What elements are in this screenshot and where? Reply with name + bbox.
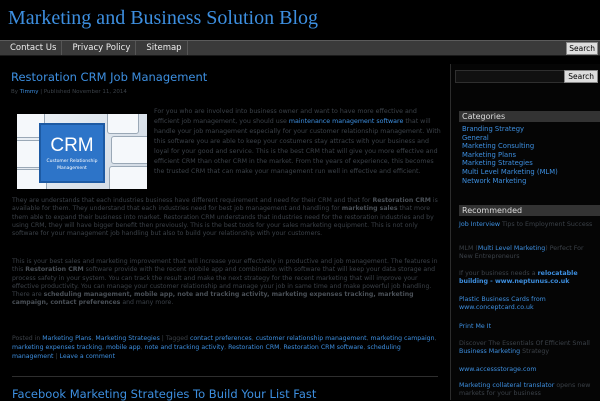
- top-nav: Contact Us Privacy Policy Sitemap Search: [0, 40, 600, 56]
- post-paragraph-3: This is your best sales and marketing im…: [12, 258, 438, 307]
- sidebar-search-input[interactable]: [455, 70, 567, 83]
- tag-link[interactable]: note and tracking activity: [145, 344, 225, 351]
- recommended-link[interactable]: Print Me It: [459, 323, 491, 330]
- post-meta: By Timmy | Published November 11, 2014: [11, 89, 439, 95]
- recommended-item: Print Me It: [459, 323, 599, 331]
- meta-by: By: [11, 89, 19, 95]
- sidebar-category-link[interactable]: Network Marketing: [462, 177, 526, 185]
- tag-link[interactable]: customer relationship management: [256, 335, 367, 342]
- sidebar-category-link[interactable]: Marketing Consulting: [462, 142, 534, 150]
- sidebar-category-link[interactable]: Multi Level Marketing (MLM): [462, 168, 558, 176]
- post-paragraph-2: They are understands that each industrie…: [12, 197, 438, 238]
- crm-image-caption-2: Management: [57, 166, 87, 171]
- sidebar-search-button[interactable]: Search: [564, 70, 598, 83]
- recommended-link[interactable]: Job Interview: [459, 221, 500, 228]
- post-lead-paragraph: For you who are involved into business o…: [154, 108, 441, 175]
- recommended-item: Plastic Business Cards from www.conceptc…: [459, 296, 599, 313]
- category-link[interactable]: Marketing Plans: [42, 335, 91, 342]
- post-title[interactable]: Restoration CRM Job Management: [11, 70, 439, 84]
- author-link[interactable]: Timmy: [20, 89, 39, 95]
- recommended-link[interactable]: Multi Level Marketing: [478, 245, 545, 252]
- sidebar: Search Categories Branding Strategy Gene…: [450, 64, 600, 400]
- sidebar-category-link[interactable]: Branding Strategy: [462, 125, 524, 133]
- recommended-item: Discover The Essentials Of Efficient Sma…: [459, 340, 590, 356]
- crm-puzzle-image: CRM Customer Relationship Management: [17, 114, 147, 189]
- maintenance-software-link[interactable]: maintenance management software: [289, 118, 403, 125]
- tag-link[interactable]: marketing expenses tracking: [12, 344, 102, 351]
- tagged-label: | Tagged: [161, 335, 188, 342]
- nav-sitemap[interactable]: Sitemap: [141, 41, 188, 55]
- next-post-title[interactable]: Facebook Marketing Strategies To Build Y…: [12, 387, 316, 401]
- recommended-item: Job Interview Tips to Employment Success: [459, 221, 593, 228]
- leave-comment-link[interactable]: Leave a comment: [59, 353, 115, 360]
- categories-list: Branding Strategy General Marketing Cons…: [462, 125, 558, 185]
- categories-heading: Categories: [459, 111, 600, 122]
- recommended-item: MLM (Multi Level Marketing) Perfect For …: [459, 245, 584, 261]
- recommended-link[interactable]: www.accessstorage.com: [459, 366, 536, 373]
- sidebar-search: Search: [455, 70, 598, 83]
- recommended-link[interactable]: Marketing collateral translator: [459, 382, 554, 389]
- nav-privacy-policy[interactable]: Privacy Policy: [67, 41, 137, 55]
- sidebar-category-link[interactable]: General: [462, 134, 489, 142]
- recommended-item: If your business needs a relocatable bui…: [459, 270, 578, 286]
- recommended-item: Marketing collateral translator opens ne…: [459, 382, 591, 398]
- nav-contact-us[interactable]: Contact Us: [5, 41, 63, 55]
- sidebar-category-link[interactable]: Marketing Strategies: [462, 159, 533, 167]
- tag-link[interactable]: mobile app: [106, 344, 141, 351]
- crm-image-caption-1: Customer Relationship: [46, 159, 98, 164]
- main-content: Restoration CRM Job Management By Timmy …: [11, 70, 441, 401]
- recommended-link[interactable]: Plastic Business Cards from www.conceptc…: [459, 296, 546, 311]
- recommended-heading: Recommended: [459, 205, 600, 216]
- meta-published: | Published November 11, 2014: [40, 89, 127, 95]
- tag-link[interactable]: marketing campaign: [371, 335, 435, 342]
- sidebar-category-link[interactable]: Marketing Plans: [462, 151, 516, 159]
- site-title[interactable]: Marketing and Business Solution Blog: [8, 7, 318, 30]
- crm-image-text: CRM: [50, 135, 94, 156]
- recommended-link[interactable]: Business Marketing: [459, 348, 520, 355]
- post-footer: Posted in Marketing Plans, Marketing Str…: [12, 335, 437, 360]
- tag-link[interactable]: Restoration CRM: [228, 344, 279, 351]
- category-link[interactable]: Marketing Strategies: [95, 335, 159, 342]
- nav-search-button[interactable]: Search: [566, 42, 598, 55]
- tag-link[interactable]: Restoration CRM software: [283, 344, 363, 351]
- posted-in-label: Posted in: [12, 335, 41, 342]
- tag-link[interactable]: contact preferences: [190, 335, 252, 342]
- post-divider: [12, 376, 438, 377]
- crm-puzzle-piece: CRM Customer Relationship Management: [39, 123, 105, 183]
- comment-separator: |: [55, 353, 58, 360]
- recommended-item: www.accessstorage.com: [459, 366, 599, 374]
